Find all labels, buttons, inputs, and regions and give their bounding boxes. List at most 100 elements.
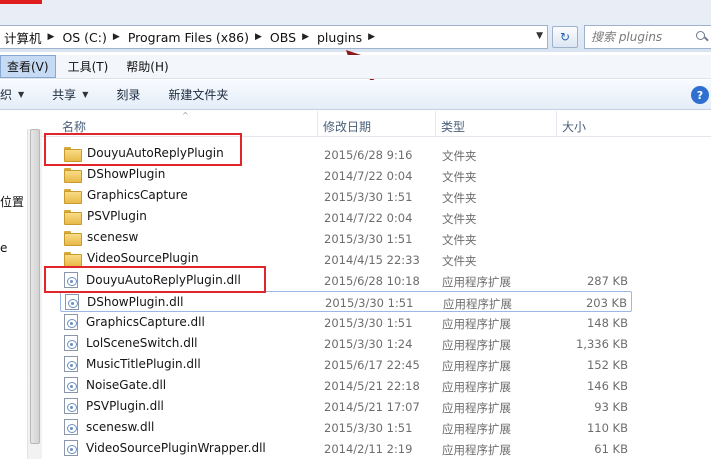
folder-icon xyxy=(64,188,82,204)
file-type: 应用程序扩展 xyxy=(442,380,511,394)
file-row[interactable]: scenesw.dll 2015/3/30 1:51 应用程序扩展 110 KB xyxy=(60,417,632,438)
file-name-cell[interactable]: PSVPlugin.dll xyxy=(64,398,164,414)
breadcrumb-os-drive[interactable]: OS (C:) ▶ xyxy=(58,26,123,48)
file-name-cell[interactable]: DShowPlugin xyxy=(64,167,166,183)
refresh-button[interactable]: ↻ xyxy=(552,26,578,48)
menu-view[interactable]: 查看(V) xyxy=(0,55,56,78)
file-name: VideoSourcePluginWrapper.dll xyxy=(86,441,266,455)
file-size: 287 KB xyxy=(586,274,628,288)
file-type: 应用程序扩展 xyxy=(442,401,511,415)
file-name: DShowPlugin xyxy=(87,167,166,181)
file-name: DShowPlugin.dll xyxy=(87,295,184,309)
file-name-cell[interactable]: LolSceneSwitch.dll xyxy=(64,335,198,351)
breadcrumb-program-files[interactable]: Program Files (x86) ▶ xyxy=(124,26,266,48)
menu-tools[interactable]: 工具(T) xyxy=(62,56,115,77)
file-date: 2014/2/11 2:19 xyxy=(324,442,413,456)
file-type: 应用程序扩展 xyxy=(442,359,511,373)
file-row[interactable]: GraphicsCapture.dll 2015/3/30 1:51 应用程序扩展 1… xyxy=(60,312,632,333)
folder-row[interactable]: PSVPlugin 2014/7/22 0:04 文件夹 xyxy=(60,207,632,228)
breadcrumb-chevron-icon[interactable]: ▶ xyxy=(48,32,55,42)
dll-file-icon xyxy=(64,356,78,372)
folder-row[interactable]: DShowPlugin 2014/7/22 0:04 文件夹 xyxy=(60,165,632,186)
address-bar[interactable]: 计算机 ▶ OS (C:) ▶ Program Files (x86) ▶ OBS ▶ … xyxy=(0,25,548,49)
file-date: 2015/6/28 10:18 xyxy=(324,274,420,288)
search-box[interactable] xyxy=(584,25,711,49)
breadcrumb-chevron-icon[interactable]: ▶ xyxy=(255,32,262,42)
file-type: 应用程序扩展 xyxy=(442,422,511,436)
nav-scrollbar[interactable] xyxy=(27,129,42,459)
breadcrumb-chevron-icon[interactable]: ▶ xyxy=(113,32,120,42)
dll-file-icon xyxy=(64,335,78,351)
file-date: 2015/3/30 1:24 xyxy=(324,337,413,351)
column-header-type[interactable]: 类型 xyxy=(441,118,465,135)
command-toolbar: 织共享▼ 共享▼ 刻录 新建文件夹 ? xyxy=(0,80,711,110)
column-divider[interactable] xyxy=(556,111,557,137)
file-name: PSVPlugin.dll xyxy=(86,399,164,413)
nav-label-e[interactable]: e xyxy=(0,241,7,255)
file-name: scenesw.dll xyxy=(86,420,155,434)
file-row[interactable]: NoiseGate.dll 2014/5/21 22:18 应用程序扩展 146 KB xyxy=(60,375,632,396)
file-name: scenesw xyxy=(87,230,139,244)
file-row[interactable]: PSVPlugin.dll 2014/5/21 17:07 应用程序扩展 93 KB xyxy=(60,396,632,417)
breadcrumb-chevron-icon[interactable]: ▶ xyxy=(368,32,375,42)
folder-row[interactable]: GraphicsCapture 2015/3/30 1:51 文件夹 xyxy=(60,186,632,207)
file-name: GraphicsCapture xyxy=(87,188,188,202)
new-folder-button[interactable]: 新建文件夹 xyxy=(154,86,242,103)
dll-file-icon xyxy=(64,419,78,435)
dll-file-icon xyxy=(64,377,78,393)
file-name-cell[interactable]: VideoSourcePluginWrapper.dll xyxy=(64,440,266,456)
file-date: 2014/5/21 17:07 xyxy=(324,400,420,414)
file-name-cell[interactable]: GraphicsCapture xyxy=(64,188,188,204)
file-date: 2014/7/22 0:04 xyxy=(324,169,413,183)
file-date: 2015/3/30 1:51 xyxy=(324,316,413,330)
file-name-cell[interactable]: scenesw xyxy=(64,230,139,246)
file-name: PSVPlugin xyxy=(87,209,147,223)
file-row[interactable]: DShowPlugin.dll 2015/3/30 1:51 应用程序扩展 203 K… xyxy=(60,291,632,312)
file-type: 应用程序扩展 xyxy=(443,297,512,311)
help-icon[interactable]: ? xyxy=(691,86,709,104)
search-icon[interactable] xyxy=(695,30,709,44)
file-row[interactable]: VideoSourcePluginWrapper.dll 2014/2/11 2:… xyxy=(60,438,632,459)
file-date: 2014/4/15 22:33 xyxy=(324,253,420,267)
file-size: 1,336 KB xyxy=(575,337,628,351)
dll-file-icon xyxy=(64,440,78,456)
file-date: 2015/3/30 1:51 xyxy=(324,421,413,435)
file-name-cell[interactable]: GraphicsCapture.dll xyxy=(64,314,205,330)
highlight-box-folder xyxy=(44,133,242,166)
file-date: 2014/5/21 22:18 xyxy=(324,379,420,393)
file-name-cell[interactable]: PSVPlugin xyxy=(64,209,147,225)
file-name-cell[interactable]: scenesw.dll xyxy=(64,419,154,435)
file-row[interactable]: MusicTitlePlugin.dll 2015/6/17 22:45 应用程序扩… xyxy=(60,354,632,375)
organize-button[interactable]: 织共享▼ xyxy=(0,86,38,103)
file-size: 110 KB xyxy=(586,421,628,435)
file-name-cell[interactable]: MusicTitlePlugin.dll xyxy=(64,356,201,372)
column-header-size[interactable]: 大小 xyxy=(562,118,586,135)
column-divider[interactable] xyxy=(317,111,318,137)
file-name-cell[interactable]: VideoSourcePlugin xyxy=(64,251,199,267)
file-type: 文件夹 xyxy=(442,191,477,205)
file-row[interactable]: LolSceneSwitch.dll 2015/3/30 1:24 应用程序扩展 1,… xyxy=(60,333,632,354)
file-name-cell[interactable]: DShowPlugin.dll xyxy=(65,294,183,310)
share-button[interactable]: 共享 ▼ xyxy=(38,86,102,103)
burn-button[interactable]: 刻录 xyxy=(102,86,154,103)
nav-scrollbar-thumb[interactable] xyxy=(30,129,40,444)
breadcrumb-chevron-icon[interactable]: ▶ xyxy=(302,32,309,42)
file-size: 148 KB xyxy=(586,316,628,330)
file-type: 应用程序扩展 xyxy=(442,338,511,352)
file-type: 文件夹 xyxy=(442,149,477,163)
folder-icon xyxy=(64,230,82,246)
file-date: 2015/3/30 1:51 xyxy=(324,232,413,246)
folder-row[interactable]: scenesw 2015/3/30 1:51 文件夹 xyxy=(60,228,632,249)
file-name-cell[interactable]: NoiseGate.dll xyxy=(64,377,166,393)
nav-label-location[interactable]: 位置 xyxy=(0,193,24,210)
column-divider[interactable] xyxy=(435,111,436,137)
file-type: 应用程序扩展 xyxy=(442,317,511,331)
breadcrumb-obs[interactable]: OBS ▶ xyxy=(266,26,313,48)
file-name: GraphicsCapture.dll xyxy=(86,315,205,329)
file-name: NoiseGate.dll xyxy=(86,378,167,392)
column-header-date[interactable]: 修改日期 xyxy=(323,118,371,135)
address-history-dropdown-icon[interactable]: ▼ xyxy=(536,31,543,41)
menu-help[interactable]: 帮助(H) xyxy=(120,56,174,77)
breadcrumb-computer[interactable]: 计算机 ▶ xyxy=(0,26,58,48)
search-input[interactable] xyxy=(591,30,691,44)
